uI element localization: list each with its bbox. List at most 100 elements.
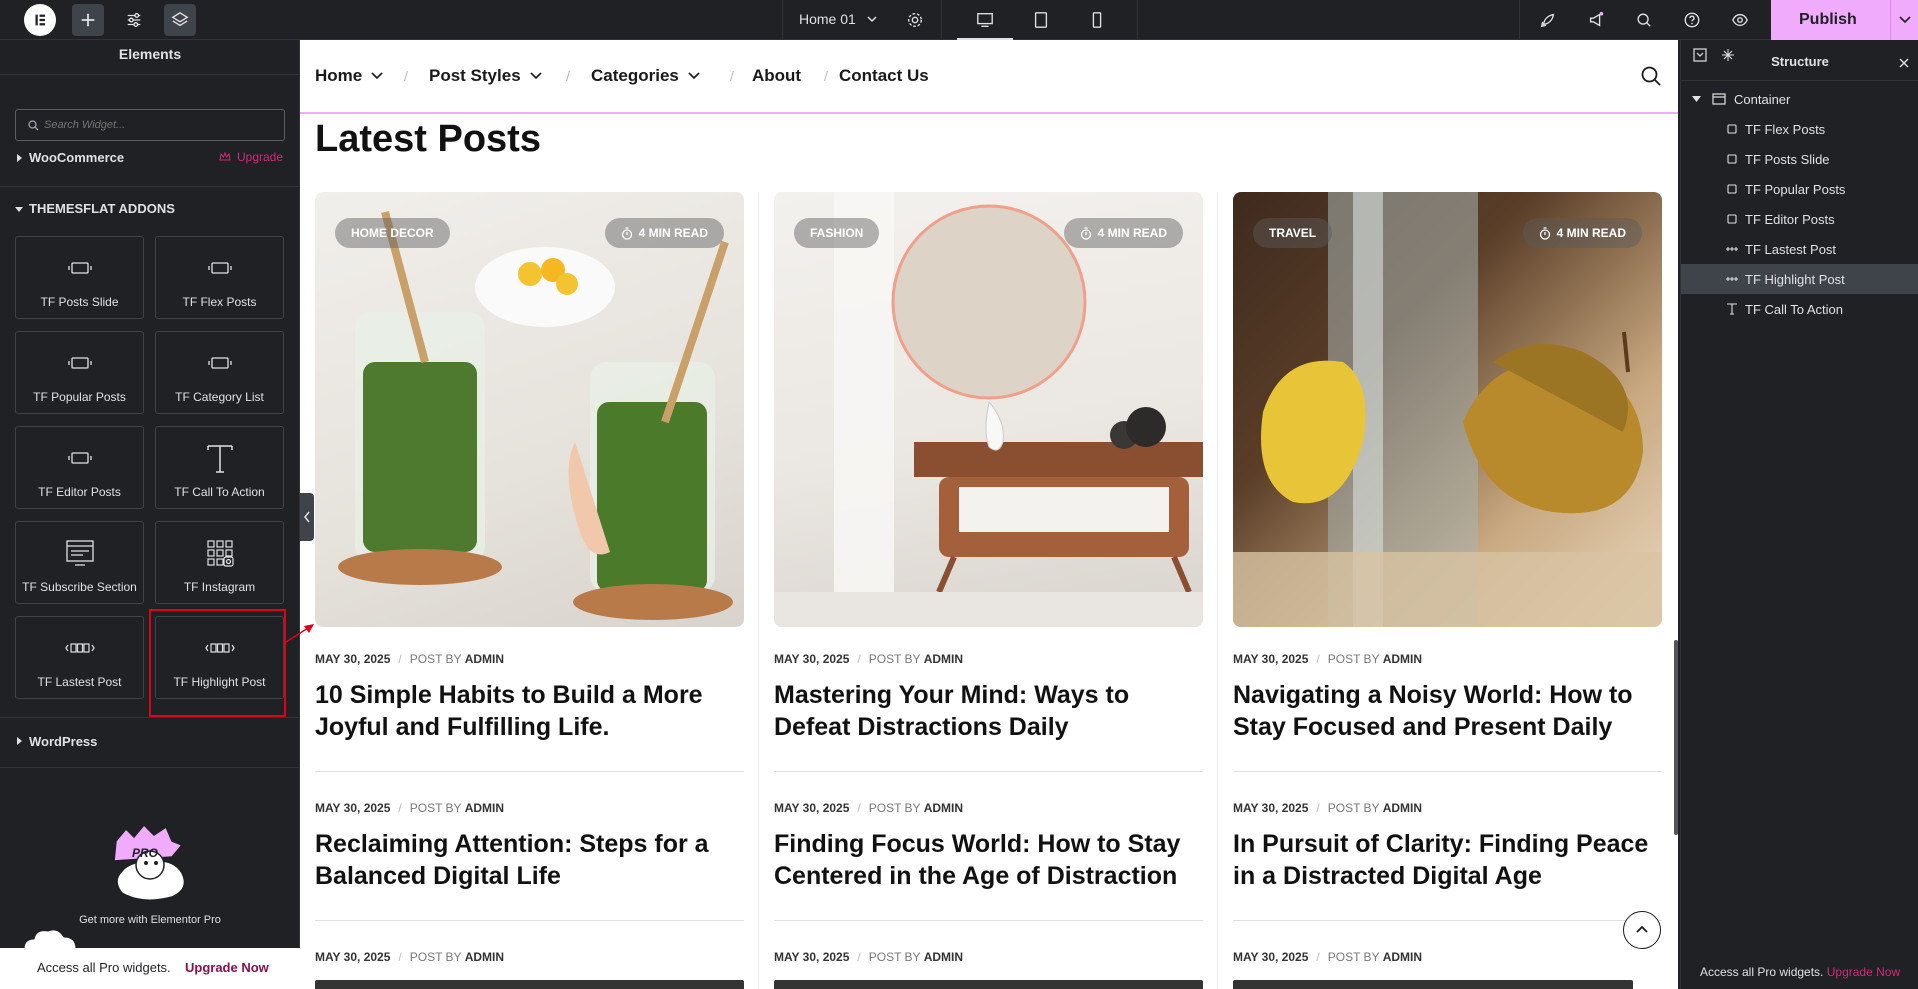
launchpad-button[interactable]: [1532, 4, 1564, 36]
post-title[interactable]: Reclaiming Attention: Steps for a Balanc…: [315, 828, 744, 892]
page-selector[interactable]: Home 01: [799, 11, 878, 27]
post-author[interactable]: ADMIN: [465, 652, 504, 666]
post-author[interactable]: ADMIN: [465, 801, 504, 815]
themesflat-addons-category[interactable]: THEMESFLAT ADDONS: [0, 200, 300, 222]
widget-tf-instagram[interactable]: TF Instagram: [155, 521, 284, 604]
structure-item-tf-popular-posts[interactable]: TF Popular Posts: [1681, 174, 1918, 204]
site-settings-button[interactable]: [118, 4, 150, 36]
desktop-view-button[interactable]: [969, 4, 1001, 36]
post-date: MAY 30, 2025: [774, 801, 850, 815]
structure-item-tf-highlight-post[interactable]: TF Highlight Post: [1681, 264, 1918, 294]
help-icon: [1684, 12, 1700, 28]
post-title[interactable]: 10 Simple Habits to Build a More Joyful …: [315, 679, 744, 743]
add-element-button[interactable]: [72, 4, 104, 36]
caret-down-icon: [1692, 96, 1701, 102]
post-author[interactable]: ADMIN: [924, 801, 963, 815]
chevron-down-icon: [371, 72, 383, 80]
chevron-down-icon[interactable]: [1898, 14, 1912, 26]
widget-tf-posts-slide[interactable]: TF Posts Slide: [15, 236, 144, 319]
widget-tf-editor-posts[interactable]: TF Editor Posts: [15, 426, 144, 509]
search-widget-box[interactable]: [15, 109, 285, 141]
wordpress-category[interactable]: WordPress: [0, 733, 300, 755]
upgrade-link[interactable]: Upgrade: [219, 150, 283, 164]
widget-tf-category-list[interactable]: TF Category List: [155, 331, 284, 414]
nav-separator: /: [730, 68, 734, 84]
post-meta: MAY 30, 2025 / POST BY ADMIN: [315, 950, 504, 964]
category-badge[interactable]: TRAVEL: [1253, 218, 1333, 248]
page-name: Home 01: [799, 11, 856, 27]
post-author[interactable]: ADMIN: [1383, 652, 1422, 666]
post-by-label: POST BY: [1327, 801, 1380, 815]
structure-root-label: Container: [1734, 92, 1791, 107]
eye-icon: [1732, 13, 1748, 27]
woocommerce-category[interactable]: WooCommerce Upgrade: [0, 150, 300, 175]
post-title[interactable]: In Pursuit of Clarity: Finding Peace in …: [1233, 828, 1662, 892]
nav-item-home[interactable]: Home: [315, 66, 384, 86]
post-image-home-decor[interactable]: HOME DECOR 4 MIN READ: [315, 192, 744, 627]
collapse-panel-handle[interactable]: [300, 493, 314, 541]
post-image-travel[interactable]: TRAVEL 4 MIN READ: [1233, 192, 1662, 627]
post-author[interactable]: ADMIN: [924, 950, 963, 964]
category-badge[interactable]: FASHION: [794, 218, 880, 248]
mobile-view-button[interactable]: [1081, 4, 1113, 36]
close-icon[interactable]: [1899, 58, 1909, 68]
widget-tf-lastest-post[interactable]: TF Lastest Post: [15, 616, 144, 699]
megaphone-icon: [1589, 11, 1604, 27]
nav-item-contact-us[interactable]: Contact Us: [839, 66, 929, 86]
nav-item-about[interactable]: About: [752, 66, 801, 86]
divider: [0, 767, 300, 768]
post-title[interactable]: Navigating a Noisy World: How to Stay Fo…: [1233, 679, 1662, 743]
help-button[interactable]: [1676, 4, 1708, 36]
search-widget-input[interactable]: [44, 116, 274, 134]
widget-label: TF Call To Action: [174, 485, 265, 499]
post-image-fashion[interactable]: FASHION 4 MIN READ: [774, 192, 1203, 627]
upgrade-now-link[interactable]: Upgrade Now: [1827, 965, 1900, 979]
elementor-logo-icon: [35, 14, 45, 26]
structure-item-tf-editor-posts[interactable]: TF Editor Posts: [1681, 204, 1918, 234]
post-divider: [315, 920, 744, 921]
post-title[interactable]: Mastering Your Mind: Ways to Defeat Dist…: [774, 679, 1203, 743]
publish-button[interactable]: Publish: [1771, 0, 1918, 40]
upgrade-now-link[interactable]: Upgrade Now: [185, 960, 269, 975]
widget-tf-flex-posts[interactable]: TF Flex Posts: [155, 236, 284, 319]
elementor-logo-button[interactable]: [24, 4, 56, 36]
tablet-view-button[interactable]: [1025, 4, 1057, 36]
structure-item-tf-flex-posts[interactable]: TF Flex Posts: [1681, 114, 1918, 144]
post-author[interactable]: ADMIN: [1383, 950, 1422, 964]
structure-toggle-button[interactable]: [164, 4, 196, 36]
scroll-to-top-button[interactable]: [1623, 911, 1661, 949]
pro-bar-text: Access all Pro widgets.: [37, 960, 171, 975]
structure-item-label: TF Call To Action: [1745, 302, 1844, 317]
structure-item-container[interactable]: Container: [1681, 84, 1918, 114]
nav-label: Contact Us: [839, 66, 929, 85]
structure-item-label: TF Posts Slide: [1745, 152, 1830, 167]
widget-tf-call-to-action[interactable]: TF Call To Action: [155, 426, 284, 509]
site-navigation: Home / Post Styles / Categories / About …: [300, 40, 1678, 114]
caret-right-icon: [17, 154, 22, 162]
structure-item-tf-lastest-post[interactable]: TF Lastest Post: [1681, 234, 1918, 264]
post-author[interactable]: ADMIN: [924, 652, 963, 666]
nav-item-post-styles[interactable]: Post Styles: [429, 66, 543, 86]
post-title[interactable]: Finding Focus World: How to Stay Centere…: [774, 828, 1203, 892]
canvas-scrollbar[interactable]: [1674, 640, 1678, 835]
structure-item-tf-posts-slide[interactable]: TF Posts Slide: [1681, 144, 1918, 174]
post-author[interactable]: ADMIN: [1383, 801, 1422, 815]
search-icon[interactable]: [1640, 65, 1662, 87]
whats-new-button[interactable]: [1580, 4, 1612, 36]
nav-item-categories[interactable]: Categories: [591, 66, 701, 86]
panel-title: Elements: [118, 46, 182, 62]
category-badge[interactable]: HOME DECOR: [335, 218, 450, 248]
layers-icon: [171, 12, 189, 27]
post-author[interactable]: ADMIN: [465, 950, 504, 964]
read-time-badge: 4 MIN READ: [1522, 218, 1642, 248]
structure-item-tf-call-to-action[interactable]: TF Call To Action: [1681, 294, 1918, 324]
pears-image: [1233, 192, 1662, 627]
post-by-label: POST BY: [409, 801, 462, 815]
finder-button[interactable]: [1628, 4, 1660, 36]
divider: [0, 186, 300, 187]
post-date: MAY 30, 2025: [774, 652, 850, 666]
widget-tf-subscribe-section[interactable]: TF Subscribe Section: [15, 521, 144, 604]
preview-button[interactable]: [1724, 4, 1756, 36]
widget-tf-popular-posts[interactable]: TF Popular Posts: [15, 331, 144, 414]
page-settings-button[interactable]: [899, 4, 931, 36]
